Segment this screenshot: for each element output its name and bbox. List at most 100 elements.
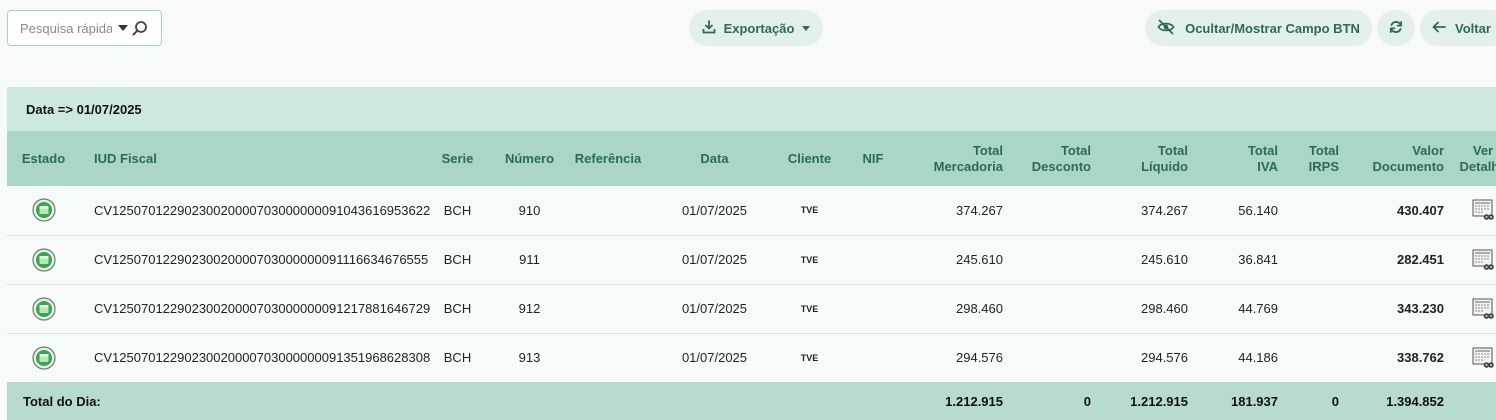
search-dropdown-caret-icon[interactable] [118, 25, 128, 31]
footer-spacer [1450, 382, 1496, 420]
table-row[interactable]: CV12507012290230020000703000000091351968… [7, 333, 1496, 382]
status-ok-icon[interactable] [31, 346, 56, 370]
valor-documento-cell: 430.407 [1345, 186, 1450, 236]
total-liquido-cell: 294.576 [1097, 333, 1194, 382]
refresh-button[interactable] [1377, 10, 1415, 46]
column-header-numero[interactable]: Número [495, 131, 564, 186]
nif-cell [842, 284, 904, 334]
status-cell [7, 284, 80, 334]
column-header-total-liquido[interactable]: Total Líquido [1097, 131, 1194, 186]
document-detail-icon[interactable] [1471, 198, 1495, 222]
status-ok-icon[interactable] [31, 198, 56, 222]
total-irps-sum: 0 [1284, 382, 1345, 420]
column-header-data[interactable]: Data [652, 131, 777, 186]
serie-cell: BCH [420, 235, 495, 285]
nif-cell [842, 186, 904, 236]
total-mercadoria-cell: 374.267 [904, 186, 1009, 236]
search-icon[interactable] [132, 20, 148, 36]
total-irps-cell [1284, 333, 1345, 382]
cliente-cell: TVE [777, 284, 842, 334]
status-cell [7, 186, 80, 236]
status-cell [7, 235, 80, 285]
total-mercadoria-cell: 294.576 [904, 333, 1009, 382]
table-row[interactable]: CV12507012290230020000703000000091043616… [7, 186, 1496, 236]
referencia-cell [564, 284, 652, 334]
total-liquido-cell: 374.267 [1097, 186, 1194, 236]
back-label: Voltar [1455, 20, 1491, 36]
nif-cell [842, 333, 904, 382]
quick-search[interactable] [7, 10, 162, 46]
total-liquido-cell: 298.460 [1097, 284, 1194, 334]
column-header-total-iva[interactable]: Total IVA [1194, 131, 1284, 186]
download-icon [702, 19, 716, 37]
export-label: Exportação [723, 20, 795, 36]
total-desconto-sum: 0 [1009, 382, 1097, 420]
data-cell: 01/07/2025 [652, 284, 777, 334]
day-total-label: Total do Dia: [7, 382, 904, 420]
header-line: Documento [1372, 158, 1445, 174]
numero-cell: 910 [495, 186, 564, 236]
toggle-btn-field-button[interactable]: Ocultar/Mostrar Campo BTN [1145, 10, 1372, 46]
referencia-cell [564, 235, 652, 285]
nif-cell [842, 235, 904, 285]
serie-cell: BCH [420, 333, 495, 382]
back-button[interactable]: Voltar [1420, 10, 1496, 46]
column-header-ver-detalhe[interactable]: VerDetalhe [1450, 131, 1496, 186]
document-detail-icon[interactable] [1471, 297, 1495, 321]
data-cell: 01/07/2025 [652, 235, 777, 285]
numero-cell: 911 [495, 235, 564, 285]
column-header-nif[interactable]: NIF [842, 131, 904, 186]
valor-documento-sum: 1.394.852 [1345, 382, 1450, 420]
serie-cell: BCH [420, 186, 495, 236]
refresh-icon [1389, 20, 1403, 37]
column-header-cliente[interactable]: Cliente [777, 131, 842, 186]
total-mercadoria-cell: 245.610 [904, 235, 1009, 285]
total-iva-cell: 36.841 [1194, 235, 1284, 285]
header-line: Detalhe [1459, 158, 1496, 174]
toggle-btn-field-label: Ocultar/Mostrar Campo BTN [1185, 20, 1360, 36]
status-cell [7, 333, 80, 382]
data-cell: 01/07/2025 [652, 186, 777, 236]
day-total-row: Total do Dia: 1.212.915 0 1.212.915 181.… [7, 382, 1496, 420]
eye-slash-icon [1157, 19, 1175, 38]
column-header-referencia[interactable]: Referência [564, 131, 652, 186]
header-line: IVA [1257, 158, 1278, 174]
column-header-total-irps[interactable]: Total IRPS [1284, 131, 1345, 186]
total-desconto-cell [1009, 284, 1097, 334]
total-iva-sum: 181.937 [1194, 382, 1284, 420]
column-header-serie[interactable]: Serie [420, 131, 495, 186]
valor-documento-cell: 343.230 [1345, 284, 1450, 334]
date-group-label: Data => 01/07/2025 [26, 101, 142, 117]
cliente-cell: TVE [777, 333, 842, 382]
total-irps-cell [1284, 284, 1345, 334]
status-ok-icon[interactable] [31, 247, 56, 272]
document-detail-icon[interactable] [1471, 248, 1495, 272]
column-header-valor-documento[interactable]: Valor Documento [1345, 131, 1450, 186]
header-line: Total [1060, 142, 1091, 158]
iud-fiscal-cell: CV12507012290230020000703000000091116634… [80, 235, 428, 285]
table-row[interactable]: CV12507012290230020000703000000091217881… [7, 284, 1496, 334]
document-detail-icon[interactable] [1471, 346, 1495, 370]
total-liquido-sum: 1.212.915 [1097, 382, 1194, 420]
status-ok-icon[interactable] [31, 296, 56, 321]
search-input[interactable] [20, 20, 112, 36]
header-line: Total [1247, 142, 1278, 158]
total-desconto-cell [1009, 235, 1097, 285]
header-line: Líquido [1141, 158, 1188, 174]
referencia-cell [564, 333, 652, 382]
documents-table: Estado IUD Fiscal Serie Número Referênci… [7, 131, 1496, 420]
column-header-estado[interactable]: Estado [7, 131, 80, 186]
column-header-total-mercadoria[interactable]: Total Mercadoria [904, 131, 1009, 186]
export-button[interactable]: Exportação [689, 10, 823, 46]
column-header-total-desconto[interactable]: Total Desconto [1009, 131, 1097, 186]
column-header-iud-fiscal[interactable]: IUD Fiscal [80, 131, 420, 186]
table-row[interactable]: CV12507012290230020000703000000091116634… [7, 235, 1496, 285]
iud-fiscal-cell: CV12507012290230020000703000000091043616… [80, 186, 430, 236]
numero-cell: 912 [495, 284, 564, 334]
ver-detalhe-cell [1450, 284, 1496, 334]
iud-fiscal-cell: CV12507012290230020000703000000091351968… [80, 333, 430, 382]
header-line: Total [1308, 142, 1339, 158]
ver-detalhe-cell [1450, 235, 1496, 285]
ver-detalhe-cell [1450, 333, 1496, 382]
total-mercadoria-cell: 298.460 [904, 284, 1009, 334]
